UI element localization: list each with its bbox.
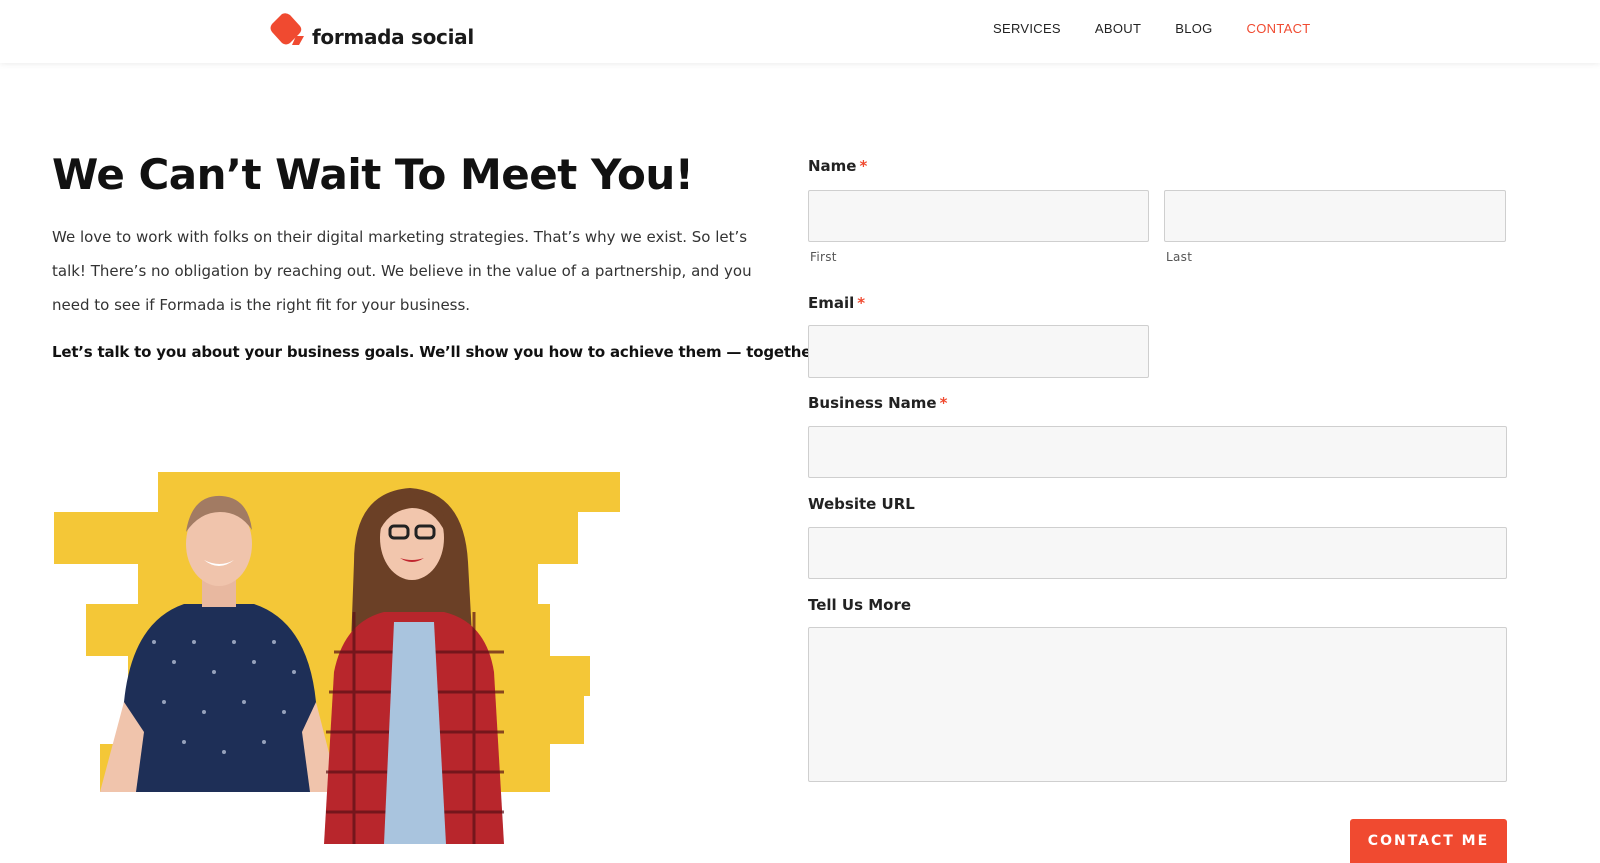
first-name-input[interactable] bbox=[808, 190, 1149, 242]
website-url-input[interactable] bbox=[808, 527, 1507, 579]
website-url-label: Website URL bbox=[808, 495, 915, 513]
nav-contact[interactable]: CONTACT bbox=[1247, 21, 1311, 36]
nav-blog[interactable]: BLOG bbox=[1175, 21, 1212, 36]
email-field[interactable] bbox=[808, 325, 1149, 378]
name-label: Name * bbox=[808, 157, 868, 175]
tell-us-more-label: Tell Us More bbox=[808, 596, 912, 614]
business-name-label: Business Name * bbox=[808, 394, 948, 412]
brand-name: formada social bbox=[312, 25, 474, 49]
tagline-text: Let’s talk to you about your business go… bbox=[52, 343, 822, 361]
brand-logo[interactable]: formada social bbox=[268, 12, 474, 48]
contact-me-button[interactable]: CONTACT ME bbox=[1350, 819, 1507, 863]
last-name-input[interactable] bbox=[1164, 190, 1506, 242]
nav-services[interactable]: SERVICES bbox=[993, 21, 1061, 36]
required-marker: * bbox=[939, 394, 948, 412]
site-header: formada social SERVICES ABOUT BLOG CONTA… bbox=[0, 0, 1600, 63]
nav-about[interactable]: ABOUT bbox=[1095, 21, 1141, 36]
team-photo bbox=[54, 472, 632, 844]
required-marker: * bbox=[857, 294, 866, 312]
business-name-input[interactable] bbox=[808, 426, 1507, 478]
required-marker: * bbox=[859, 157, 868, 175]
main-nav: SERVICES ABOUT BLOG CONTACT bbox=[993, 21, 1345, 36]
page-title: We Can’t Wait To Meet You! bbox=[52, 150, 694, 199]
formada-logo-icon bbox=[268, 12, 308, 48]
intro-text: We love to work with folks on their digi… bbox=[52, 228, 752, 314]
email-label: Email * bbox=[808, 294, 866, 312]
last-sublabel: Last bbox=[1166, 250, 1193, 264]
message-textarea[interactable] bbox=[808, 627, 1507, 782]
first-sublabel: First bbox=[810, 250, 837, 264]
